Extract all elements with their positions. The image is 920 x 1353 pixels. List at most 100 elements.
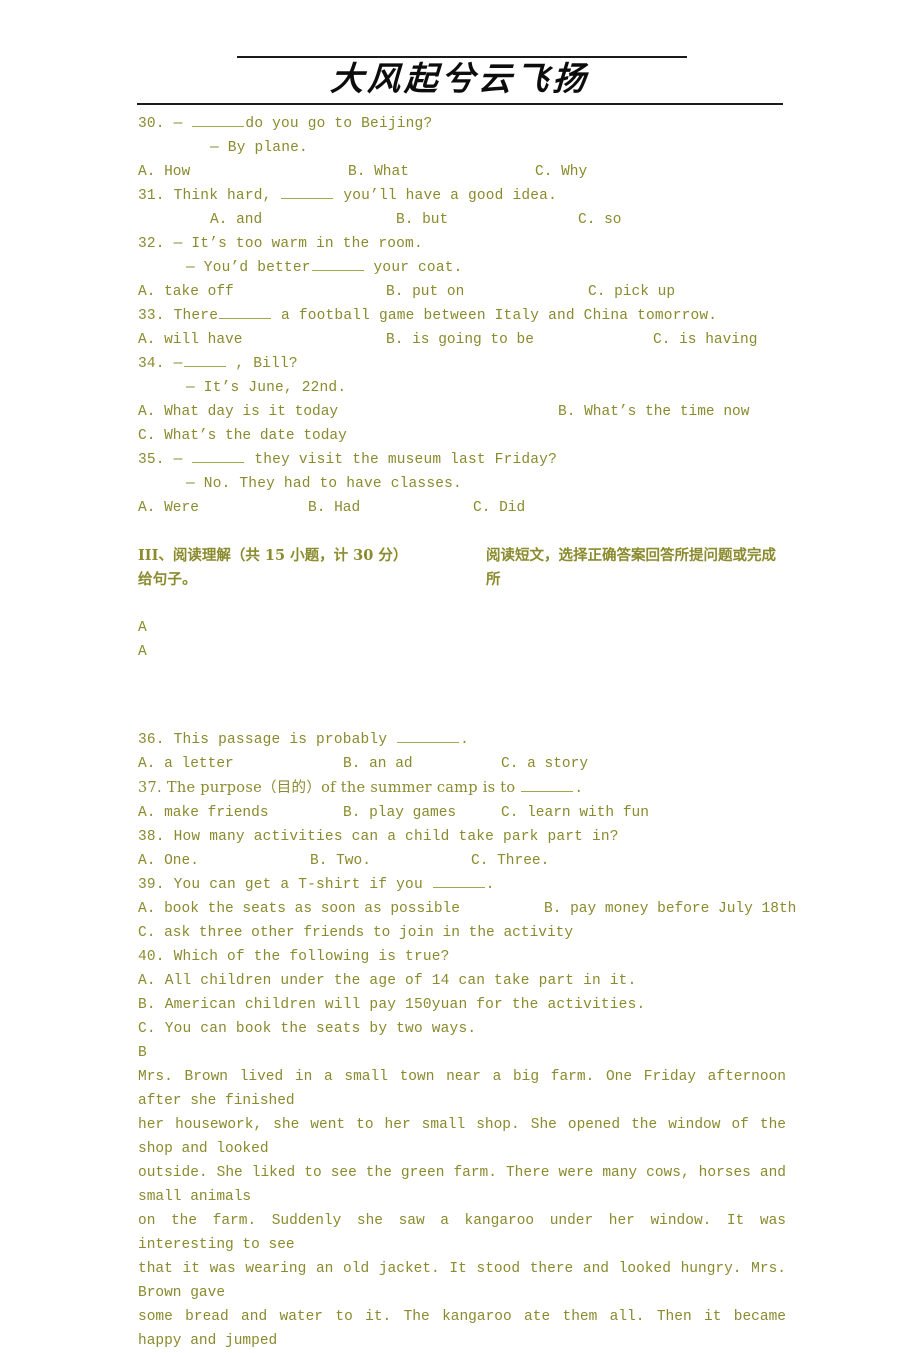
question-34-stem: 34. — , Bill? (138, 352, 786, 376)
passage-label-a-2: A (138, 644, 147, 660)
passage-b-line-3: outside. She liked to see the green farm… (138, 1165, 786, 1205)
q36-stem-post: . (460, 732, 470, 748)
question-30-options: A. How B. What C. Why (138, 160, 786, 184)
question-31-stem: 31. Think hard, you’ll have a good idea. (138, 184, 786, 208)
question-37-stem: 37. The purpose（目的）of the summer camp is… (138, 776, 786, 801)
q33-option-b[interactable]: B. is going to be (386, 328, 534, 352)
q30-option-a[interactable]: A. How (138, 160, 190, 184)
question-38-options: A. One. B. Two. C. Three. (138, 849, 786, 873)
q35-stem-post: they visit the museum last Friday? (245, 452, 557, 468)
passage-label-a-1: A (138, 620, 147, 636)
q32-blank (311, 257, 364, 271)
q31-option-c[interactable]: C. so (578, 208, 622, 232)
q33-option-c[interactable]: C. is having (653, 328, 757, 352)
q33-blank (219, 305, 272, 319)
q34-option-b[interactable]: B. What’s the time now (558, 400, 749, 424)
q31-option-a[interactable]: A. and (210, 208, 262, 232)
question-30-stem: 30. — do you go to Beijing? (138, 112, 786, 136)
question-31-options: A. and B. but C. so (138, 208, 786, 232)
q35-blank (192, 449, 245, 463)
q39-option-b[interactable]: B. pay money before July 18th (544, 897, 796, 921)
question-39-stem: 39. You can get a T-shirt if you . (138, 873, 786, 897)
q34-stem-post: , Bill? (226, 356, 298, 372)
q32-option-a[interactable]: A. take off (138, 280, 234, 304)
q36-blank (397, 729, 460, 743)
q36-stem-pre: 36. This passage is probably (138, 732, 397, 748)
q30-option-b[interactable]: B. What (348, 160, 409, 184)
question-34-reply: — It’s June, 22nd. (186, 380, 347, 396)
q36-option-c[interactable]: C. a story (501, 752, 588, 776)
passage-b-line-4: on the farm. Suddenly she saw a kangaroo… (138, 1213, 786, 1253)
passage-b-line-2: her housework, she went to her small sho… (138, 1117, 786, 1157)
question-32-options: A. take off B. put on C. pick up (138, 280, 786, 304)
question-38-stem: 38. How many activities can a child take… (138, 829, 619, 845)
question-40-stem: 40. Which of the following is true? (138, 949, 450, 965)
q32-option-c[interactable]: C. pick up (588, 280, 675, 304)
question-39-options-row1: A. book the seats as soon as possible B.… (138, 897, 796, 921)
question-37-options: A. make friends B. play games C. learn w… (138, 801, 786, 825)
question-39-options-row2: C. ask three other friends to join in th… (138, 921, 786, 945)
question-35-reply: — No. They had to have classes. (186, 476, 462, 492)
q32-reply-pre: — You’d better (186, 260, 311, 276)
q34-option-a[interactable]: A. What day is it today (138, 400, 338, 424)
section-reading-instruction-line1: 阅读短文，选择正确答案回答所提问题或完成所 (486, 547, 776, 588)
question-34-options-row2: C. What’s the date today (138, 424, 786, 448)
q31-stem-post: you’ll have a good idea. (334, 188, 557, 204)
q36-option-b[interactable]: B. an ad (343, 752, 413, 776)
q35-option-b[interactable]: B. Had (308, 496, 360, 520)
q39-option-c[interactable]: C. ask three other friends to join in th… (138, 921, 573, 945)
question-33-stem: 33. There a football game between Italy … (138, 304, 786, 328)
q38-option-c[interactable]: C. Three. (471, 849, 549, 873)
q38-option-b[interactable]: B. Two. (310, 849, 371, 873)
header-rule-bottom (137, 103, 783, 105)
question-30-reply: — By plane. (210, 140, 308, 156)
question-40-option-b[interactable]: B. American children will pay 150yuan fo… (138, 993, 786, 1017)
passage-label-b: B (138, 1045, 147, 1061)
question-34-options-row1: A. What day is it today B. What’s the ti… (138, 400, 786, 424)
q37-option-a[interactable]: A. make friends (138, 801, 269, 825)
spacer-after-instruction (138, 592, 786, 616)
q31-option-b[interactable]: B. but (396, 208, 448, 232)
q39-blank (432, 874, 485, 888)
passage-b-line-6: some bread and water to it. The kangaroo… (138, 1309, 786, 1349)
question-32-stem: 32. — It’s too warm in the room. (138, 236, 423, 252)
section-reading-heading-row: III、阅读理解（共 15 小题，计 30 分） 阅读短文，选择正确答案回答所提… (138, 544, 786, 588)
q35-option-a[interactable]: A. Were (138, 496, 199, 520)
q37-option-b[interactable]: B. play games (343, 801, 456, 825)
document-page: 大风起兮云飞扬 30. — do you go to Beijing? — By… (0, 0, 920, 1349)
q38-option-a[interactable]: A. One. (138, 849, 199, 873)
question-36-options: A. a letter B. an ad C. a story (138, 752, 786, 776)
section-reading-heading: III、阅读理解（共 15 小题，计 30 分） (138, 547, 408, 564)
question-40-option-a[interactable]: A. All children under the age of 14 can … (138, 969, 786, 993)
q33-stem-post: a football game between Italy and China … (272, 308, 718, 324)
q37-stem-pre: 37. The purpose（目的）of the summer camp is… (138, 780, 521, 796)
q37-option-c[interactable]: C. learn with fun (501, 801, 649, 825)
q37-blank (521, 778, 574, 792)
q30-option-c[interactable]: C. Why (535, 160, 587, 184)
question-35-stem: 35. — they visit the museum last Friday? (138, 448, 786, 472)
q34-option-c[interactable]: C. What’s the date today (138, 424, 347, 448)
q35-option-c[interactable]: C. Did (473, 496, 525, 520)
q39-option-a[interactable]: A. book the seats as soon as possible (138, 897, 460, 921)
passage-b-line-5: that it was wearing an old jacket. It st… (138, 1261, 786, 1301)
spacer-before-section-3 (138, 520, 786, 544)
page-header-banner: 大风起兮云飞扬 (0, 46, 920, 108)
q31-blank (281, 185, 334, 199)
question-32-reply: — You’d better your coat. (138, 256, 786, 280)
question-33-options: A. will have B. is going to be C. is hav… (138, 328, 786, 352)
q39-stem-post: . (485, 877, 495, 893)
header-title: 大风起兮云飞扬 (329, 59, 591, 98)
document-content: 30. — do you go to Beijing? — By plane. … (138, 112, 796, 1353)
question-36-stem: 36. This passage is probably . (138, 728, 786, 752)
q33-option-a[interactable]: A. will have (138, 328, 242, 352)
passage-b-line-1: Mrs. Brown lived in a small town near a … (138, 1069, 786, 1109)
q32-reply-post: your coat. (364, 260, 463, 276)
q30-stem-pre: 30. — (138, 116, 192, 132)
q30-stem-post: do you go to Beijing? (245, 116, 433, 132)
q36-option-a[interactable]: A. a letter (138, 752, 234, 776)
q32-option-b[interactable]: B. put on (386, 280, 464, 304)
question-35-options: A. Were B. Had C. Did (138, 496, 786, 520)
question-40-option-c[interactable]: C. You can book the seats by two ways. (138, 1017, 786, 1041)
passage-a-image-placeholder (138, 664, 786, 728)
q37-stem-post: . (574, 781, 584, 797)
